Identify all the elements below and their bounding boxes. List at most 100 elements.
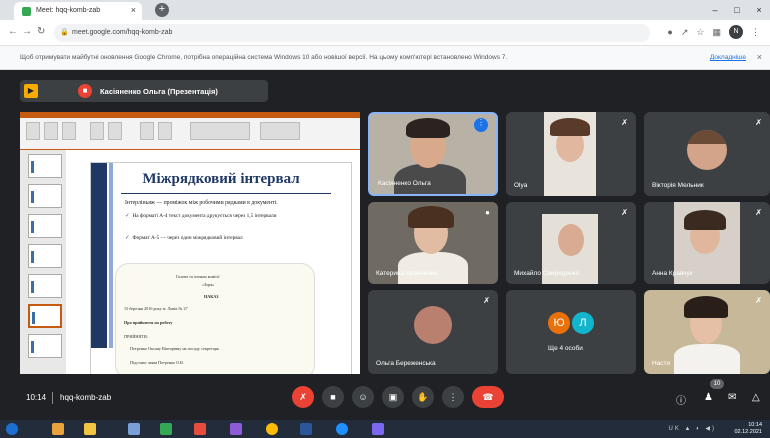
taskbar-app-icon[interactable] <box>128 423 140 435</box>
participant-video <box>408 206 454 228</box>
mic-muted-icon: ● <box>485 208 490 217</box>
share-icon[interactable]: ↗ <box>681 27 689 38</box>
participant-tile[interactable]: ✗ Ольга Береженська <box>368 290 498 374</box>
participant-name: Катерина Кравченко <box>376 270 438 277</box>
chrome-icon[interactable] <box>266 423 278 435</box>
ribbon-button <box>108 122 122 140</box>
minimize-button[interactable]: – <box>704 0 726 20</box>
system-tray[interactable]: UK ▲ ◐ ◀) <box>668 425 716 432</box>
ribbon-group <box>190 122 250 140</box>
participant-tile[interactable]: ✗ Olya <box>506 112 636 196</box>
participant-tile-others[interactable]: Ю Л Ще 4 особи <box>506 290 636 374</box>
address-bar[interactable]: 🔒 meet.google.com/hqq-komb-zab <box>54 24 650 42</box>
slide-definition: Інтерліньяж — проміжок між робочими рядк… <box>125 200 278 206</box>
back-button[interactable]: ← <box>8 26 18 37</box>
participant-tile[interactable]: ✗ Настя <box>644 290 770 374</box>
meet-main: ▶ ■ Касіяненко Ольга (Презентація) Міжря… <box>0 70 770 420</box>
participant-name: Касіяненко Ольга <box>378 180 431 187</box>
tab-close-icon[interactable]: × <box>131 5 136 15</box>
example-line: Про прийняття на роботу <box>124 320 173 325</box>
taskbar-app-icon[interactable] <box>372 423 384 435</box>
new-tab-button[interactable]: + <box>155 3 169 17</box>
presenter-bar: ▶ ■ Касіяненко Ольга (Презентація) <box>20 80 268 102</box>
speaking-indicator-icon: ⋮ <box>474 118 488 132</box>
window-controls: – □ × <box>704 0 770 20</box>
chat-icon[interactable]: ✉ <box>728 392 736 403</box>
profile-avatar[interactable]: N <box>729 25 743 39</box>
taskbar-app-icon[interactable] <box>230 423 242 435</box>
infobar-close-icon[interactable]: × <box>757 52 762 62</box>
puzzle-icon[interactable]: ▦ <box>712 27 721 38</box>
activities-icon[interactable]: △ <box>752 392 760 403</box>
slide-divider <box>121 193 331 194</box>
meet-favicon-icon <box>22 7 31 16</box>
participant-name: Настя <box>652 360 671 367</box>
mic-off-button[interactable]: ✗ <box>292 386 314 408</box>
participant-tile[interactable]: ✗ Михайло Свириденко <box>506 202 636 284</box>
forward-button[interactable]: → <box>22 26 32 37</box>
slide-accent-bar <box>109 163 113 348</box>
start-button-icon[interactable] <box>6 423 18 435</box>
reload-button[interactable]: ↻ <box>37 26 45 37</box>
participant-video <box>558 224 584 256</box>
presenter-label: Касіяненко Ольга (Презентація) <box>100 87 218 96</box>
clock-date: 02.12.2021 <box>734 429 762 435</box>
slide-thumbnail-selected <box>28 304 62 328</box>
raise-hand-button[interactable]: ✋ <box>412 386 434 408</box>
clock-time: 10:14 <box>748 422 762 428</box>
present-screen-button[interactable]: ▣ <box>382 386 404 408</box>
ppt-ribbon <box>20 112 360 150</box>
folder-icon[interactable] <box>84 423 96 435</box>
mic-muted-icon: ✗ <box>621 118 628 127</box>
camera-button[interactable]: ■ <box>322 386 344 408</box>
ppt-title-bar <box>20 112 360 118</box>
star-icon[interactable]: ☆ <box>696 27 704 38</box>
participant-name: Вікторія Мельник <box>652 182 704 189</box>
taskbar-app-icon[interactable] <box>160 423 172 435</box>
lock-icon: 🔒 <box>60 29 69 36</box>
participant-avatar <box>687 130 727 170</box>
divider <box>52 392 53 404</box>
participant-tile[interactable]: ⋮ Касіяненко Ольга <box>368 112 498 196</box>
participant-tile[interactable]: ✗ Вікторія Мельник <box>644 112 770 196</box>
slide-thumbnails <box>20 150 66 374</box>
end-call-button[interactable]: ☎ <box>472 386 504 408</box>
camera-icon[interactable]: ● <box>667 27 672 37</box>
browser-tab-meet[interactable]: Meet: hqq-komb-zab × <box>14 2 142 20</box>
browser-toolbar: ← → ↻ 🔒 meet.google.com/hqq-komb-zab ● ↗… <box>0 20 770 46</box>
slide-bullet: Формат А-5 — через один міжрядковий інте… <box>125 235 345 242</box>
word-icon[interactable] <box>300 423 312 435</box>
maximize-button[interactable]: □ <box>726 0 748 20</box>
participant-name: Михайло Свириденко <box>514 270 580 277</box>
participant-tile[interactable]: ● Катерина Кравченко <box>368 202 498 284</box>
windows-taskbar: UK ▲ ◐ ◀) 10:14 02.12.2021 <box>0 420 770 438</box>
participant-video <box>684 210 726 230</box>
toolbar-icons: ● ↗ ☆ ▦ N ⋮ <box>667 25 760 39</box>
people-icon[interactable]: ♟ <box>704 392 713 403</box>
participant-tile[interactable]: ✗ Анна Кравчук <box>644 202 770 284</box>
slide-title: Міжрядковий інтервал <box>142 171 300 187</box>
close-window-button[interactable]: × <box>748 0 770 20</box>
ribbon-button <box>140 122 154 140</box>
emoji-button[interactable]: ☺ <box>352 386 374 408</box>
taskbar-clock[interactable]: 10:14 02.12.2021 <box>734 422 762 436</box>
menu-icon[interactable]: ⋮ <box>751 27 760 38</box>
ribbon-button <box>158 122 172 140</box>
meeting-time: 10:14 <box>26 393 47 402</box>
presentation-icon[interactable]: ▶ <box>24 84 38 98</box>
stop-presenting-icon[interactable]: ■ <box>78 84 92 98</box>
info-icon[interactable]: ⓘ <box>676 392 686 407</box>
infobar-more-link[interactable]: Докладніше <box>710 54 746 61</box>
edge-icon[interactable] <box>336 423 348 435</box>
example-line: Підстава: заява Петренко О.В. <box>130 360 185 365</box>
participant-name: Ольга Береженська <box>376 360 436 367</box>
taskbar-app-icon[interactable] <box>52 423 64 435</box>
meeting-code: hqq-komb-zab <box>60 393 112 402</box>
mic-muted-icon: ✗ <box>621 208 628 217</box>
others-count-label: Ще 4 особи <box>548 345 583 352</box>
mic-muted-icon: ✗ <box>755 208 762 217</box>
taskbar-app-icon[interactable] <box>194 423 206 435</box>
participant-name: Olya <box>514 182 528 189</box>
more-options-button[interactable]: ⋮ <box>442 386 464 408</box>
slide-thumbnail <box>28 214 62 238</box>
